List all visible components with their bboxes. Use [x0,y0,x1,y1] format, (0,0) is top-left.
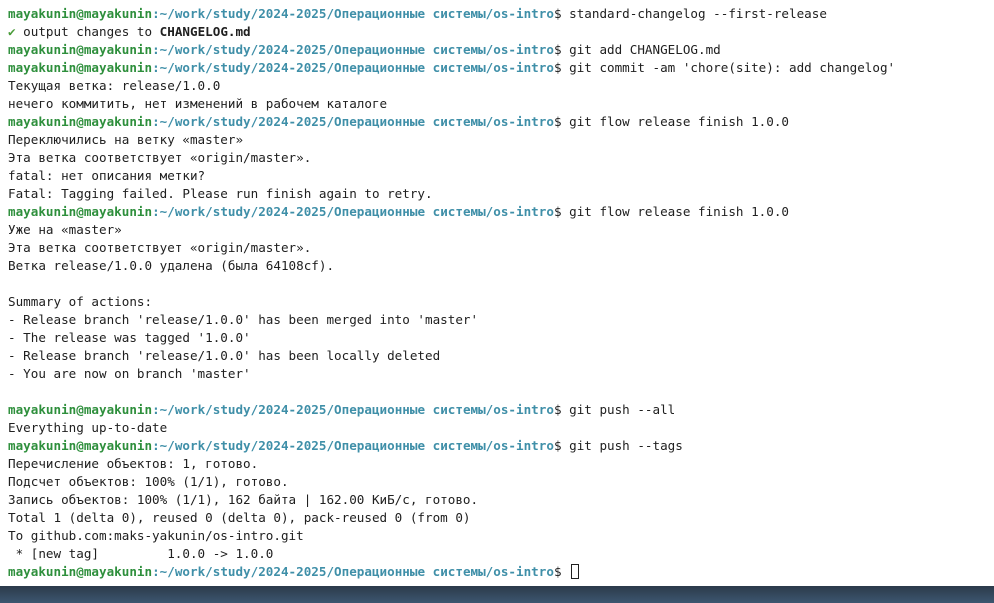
prompt-line: mayakunin@mayakunin:~/work/study/2024-20… [8,59,986,77]
prompt-line: mayakunin@mayakunin:~/work/study/2024-20… [8,563,986,581]
output-line: Эта ветка соответствует «origin/master». [8,150,312,165]
output-line: * [new tag] 1.0.0 -> 1.0.0 [8,546,274,561]
command-text: git commit -am 'chore(site): add changel… [569,60,896,75]
output-line: Summary of actions: [8,294,153,309]
prompt-dollar: $ [553,438,570,453]
output-line: Перечисление объектов: 1, готово. [8,456,259,471]
prompt-path: ~/work/study/2024-2025/Операционные сист… [159,6,554,21]
prompt-user: mayakunin@mayakunin [8,60,153,75]
output-text: output changes to [15,24,160,39]
output-line: Эта ветка соответствует «origin/master». [8,240,312,255]
prompt-dollar: $ [553,402,570,417]
prompt-line: mayakunin@mayakunin:~/work/study/2024-20… [8,41,986,59]
prompt-path: ~/work/study/2024-2025/Операционные сист… [159,114,554,129]
prompt-line: mayakunin@mayakunin:~/work/study/2024-20… [8,401,986,419]
prompt-dollar: $ [553,42,570,57]
prompt-colon: : [152,42,160,57]
prompt-path: ~/work/study/2024-2025/Операционные сист… [159,60,554,75]
prompt-line: mayakunin@mayakunin:~/work/study/2024-20… [8,5,986,23]
prompt-colon: : [152,402,160,417]
prompt-line: mayakunin@mayakunin:~/work/study/2024-20… [8,437,986,455]
desktop-background-strip [0,586,994,603]
terminal-window[interactable]: mayakunin@mayakunin:~/work/study/2024-20… [0,0,994,586]
output-line: Fatal: Tagging failed. Please run finish… [8,186,433,201]
prompt-path: ~/work/study/2024-2025/Операционные сист… [159,204,554,219]
prompt-user: mayakunin@mayakunin [8,438,153,453]
prompt-line: mayakunin@mayakunin:~/work/study/2024-20… [8,113,986,131]
check-icon: ✔ [8,24,16,39]
prompt-path: ~/work/study/2024-2025/Операционные сист… [159,438,554,453]
output-line: Ветка release/1.0.0 удалена (была 64108c… [8,258,335,273]
prompt-dollar: $ [553,114,570,129]
command-text: standard-changelog --first-release [569,6,827,21]
command-text: git push --tags [569,438,683,453]
command-text: git flow release finish 1.0.0 [569,114,789,129]
output-line: fatal: нет описания метки? [8,168,206,183]
output-line: - Release branch 'release/1.0.0' has bee… [8,348,441,363]
prompt-colon: : [152,6,160,21]
prompt-user: mayakunin@mayakunin [8,114,153,129]
command-text: git push --all [569,402,676,417]
output-line: нечего коммитить, нет изменений в рабоче… [8,96,388,111]
text-cursor[interactable] [571,564,580,579]
prompt-colon: : [152,114,160,129]
prompt-user: mayakunin@mayakunin [8,204,153,219]
prompt-dollar: $ [553,6,570,21]
prompt-line: mayakunin@mayakunin:~/work/study/2024-20… [8,203,986,221]
output-line: Запись объектов: 100% (1/1), 162 байта |… [8,492,479,507]
output-line: Уже на «master» [8,222,122,237]
command-text: git flow release finish 1.0.0 [569,204,789,219]
output-line: Everything up-to-date [8,420,168,435]
prompt-dollar: $ [553,60,570,75]
output-line: ✔ output changes to CHANGELOG.md [8,23,986,41]
output-filename: CHANGELOG.md [159,24,251,39]
output-line: To github.com:maks-yakunin/os-intro.git [8,528,304,543]
command-text: git add CHANGELOG.md [569,42,721,57]
prompt-colon: : [152,564,160,579]
output-line: - The release was tagged '1.0.0' [8,330,251,345]
prompt-dollar: $ [553,204,570,219]
prompt-user: mayakunin@mayakunin [8,564,153,579]
output-line: Total 1 (delta 0), reused 0 (delta 0), p… [8,510,471,525]
prompt-user: mayakunin@mayakunin [8,402,153,417]
prompt-path: ~/work/study/2024-2025/Операционные сист… [159,564,554,579]
output-line: - You are now on branch 'master' [8,366,251,381]
prompt-colon: : [152,438,160,453]
output-line: Переключились на ветку «master» [8,132,244,147]
prompt-path: ~/work/study/2024-2025/Операционные сист… [159,42,554,57]
output-line: - Release branch 'release/1.0.0' has bee… [8,312,479,327]
prompt-dollar: $ [553,564,570,579]
prompt-user: mayakunin@mayakunin [8,6,153,21]
prompt-colon: : [152,60,160,75]
terminal-output[interactable]: mayakunin@mayakunin:~/work/study/2024-20… [8,5,986,581]
output-line: Текущая ветка: release/1.0.0 [8,78,221,93]
prompt-path: ~/work/study/2024-2025/Операционные сист… [159,402,554,417]
output-line: Подсчет объектов: 100% (1/1), готово. [8,474,289,489]
prompt-user: mayakunin@mayakunin [8,42,153,57]
prompt-colon: : [152,204,160,219]
